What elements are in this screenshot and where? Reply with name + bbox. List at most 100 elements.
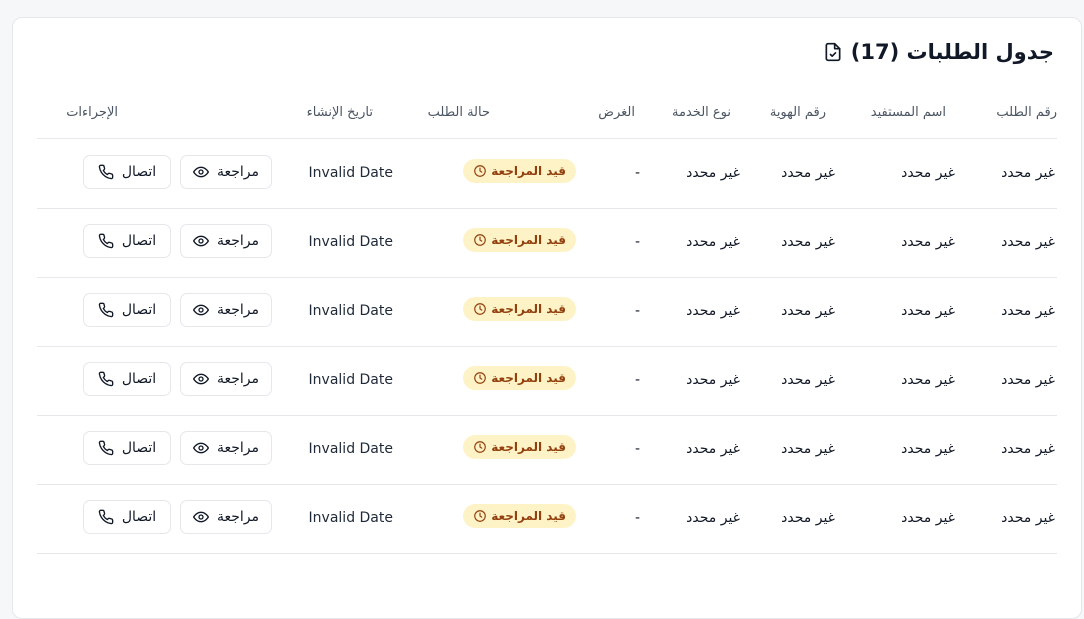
status-badge-label: قيد المراجعة xyxy=(491,440,566,454)
table-row: غير محدد غير محدد غير محدد غير محدد - قيد الم… xyxy=(13,484,1081,553)
cell-service-type: غير محدد xyxy=(686,303,740,319)
table-row: غير محدد غير محدد غير محدد غير محدد - قيد الم… xyxy=(13,208,1081,277)
status-badge-label: قيد المراجعة xyxy=(491,233,566,247)
header-purpose: الغرض xyxy=(598,105,635,120)
header-created: تاريخ الإنشاء xyxy=(306,105,373,120)
call-button-label: اتصال xyxy=(121,371,157,387)
call-button-label: اتصال xyxy=(121,440,157,456)
review-button-label: مراجعة xyxy=(216,164,260,180)
cell-purpose: - xyxy=(634,165,640,181)
phone-icon xyxy=(98,509,114,525)
cell-beneficiary: غير محدد xyxy=(901,372,955,388)
eye-icon xyxy=(192,302,209,318)
cell-created: Invalid Date xyxy=(308,165,393,181)
cell-beneficiary: غير محدد xyxy=(901,510,955,526)
card-header: جدول الطلبات (17) xyxy=(823,40,1054,64)
call-button[interactable]: اتصال xyxy=(83,293,171,327)
clock-icon xyxy=(473,509,487,523)
eye-icon xyxy=(192,164,209,180)
cell-service-type: غير محدد xyxy=(686,510,740,526)
review-button[interactable]: مراجعة xyxy=(180,155,272,189)
review-button-label: مراجعة xyxy=(216,440,260,456)
call-button-label: اتصال xyxy=(121,164,157,180)
cell-beneficiary: غير محدد xyxy=(901,165,955,181)
cell-service-type: غير محدد xyxy=(686,234,740,250)
eye-icon xyxy=(192,233,209,249)
cell-purpose: - xyxy=(634,441,640,457)
review-button[interactable]: مراجعة xyxy=(180,293,272,327)
cell-purpose: - xyxy=(634,372,640,388)
status-badge: قيد المراجعة xyxy=(463,435,576,459)
status-badge: قيد المراجعة xyxy=(463,297,576,321)
status-badge: قيد المراجعة xyxy=(463,504,576,528)
header-service-type: نوع الخدمة xyxy=(672,105,731,120)
cell-beneficiary: غير محدد xyxy=(901,303,955,319)
cell-created: Invalid Date xyxy=(308,303,393,319)
call-button-label: اتصال xyxy=(121,302,157,318)
review-button[interactable]: مراجعة xyxy=(180,500,272,534)
cell-id-no: غير محدد xyxy=(781,510,835,526)
cell-request-no: غير محدد xyxy=(1001,303,1055,319)
review-button[interactable]: مراجعة xyxy=(180,224,272,258)
review-button[interactable]: مراجعة xyxy=(180,362,272,396)
cell-id-no: غير محدد xyxy=(781,303,835,319)
cell-id-no: غير محدد xyxy=(781,372,835,388)
page-title: جدول الطلبات (17) xyxy=(850,40,1054,64)
requests-card: جدول الطلبات (17) رقم الطلب اسم المستفيد… xyxy=(12,17,1082,619)
review-button-label: مراجعة xyxy=(216,509,260,525)
phone-icon xyxy=(98,233,114,249)
cell-id-no: غير محدد xyxy=(781,234,835,250)
status-badge-label: قيد المراجعة xyxy=(491,302,566,316)
cell-request-no: غير محدد xyxy=(1001,234,1055,250)
row-divider xyxy=(37,553,1057,554)
cell-id-no: غير محدد xyxy=(781,165,835,181)
cell-created: Invalid Date xyxy=(308,510,393,526)
header-request-no: رقم الطلب xyxy=(996,105,1057,120)
cell-request-no: غير محدد xyxy=(1001,372,1055,388)
review-button-label: مراجعة xyxy=(216,371,260,387)
cell-service-type: غير محدد xyxy=(686,165,740,181)
cell-purpose: - xyxy=(634,234,640,250)
review-button[interactable]: مراجعة xyxy=(180,431,272,465)
phone-icon xyxy=(98,164,114,180)
call-button[interactable]: اتصال xyxy=(83,431,171,465)
review-button-label: مراجعة xyxy=(216,302,260,318)
cell-request-no: غير محدد xyxy=(1001,165,1055,181)
clock-icon xyxy=(473,164,487,178)
cell-created: Invalid Date xyxy=(308,234,393,250)
cell-beneficiary: غير محدد xyxy=(901,234,955,250)
phone-icon xyxy=(98,440,114,456)
cell-request-no: غير محدد xyxy=(1001,510,1055,526)
header-id-no: رقم الهوية xyxy=(769,105,826,120)
table-row: غير محدد غير محدد غير محدد غير محدد - قيد الم… xyxy=(13,277,1081,346)
header-beneficiary: اسم المستفيد xyxy=(870,105,946,120)
cell-purpose: - xyxy=(634,303,640,319)
cell-purpose: - xyxy=(634,510,640,526)
header-actions: الإجراءات xyxy=(66,105,118,120)
header-status: حالة الطلب xyxy=(427,105,490,120)
clock-icon xyxy=(473,371,487,385)
file-check-icon xyxy=(823,42,843,62)
phone-icon xyxy=(98,371,114,387)
status-badge-label: قيد المراجعة xyxy=(491,371,566,385)
call-button[interactable]: اتصال xyxy=(83,224,171,258)
table-row: غير محدد غير محدد غير محدد غير محدد - قيد الم… xyxy=(13,346,1081,415)
cell-beneficiary: غير محدد xyxy=(901,441,955,457)
table-row: غير محدد غير محدد غير محدد غير محدد - قيد الم… xyxy=(13,415,1081,484)
call-button[interactable]: اتصال xyxy=(83,155,171,189)
eye-icon xyxy=(192,371,209,387)
status-badge: قيد المراجعة xyxy=(463,228,576,252)
status-badge: قيد المراجعة xyxy=(463,366,576,390)
call-button[interactable]: اتصال xyxy=(83,362,171,396)
eye-icon xyxy=(192,440,209,456)
call-button-label: اتصال xyxy=(121,509,157,525)
phone-icon xyxy=(98,302,114,318)
status-badge-label: قيد المراجعة xyxy=(491,164,566,178)
clock-icon xyxy=(473,302,487,316)
cell-created: Invalid Date xyxy=(308,372,393,388)
eye-icon xyxy=(192,509,209,525)
call-button[interactable]: اتصال xyxy=(83,500,171,534)
status-badge-label: قيد المراجعة xyxy=(491,509,566,523)
call-button-label: اتصال xyxy=(121,233,157,249)
cell-service-type: غير محدد xyxy=(686,372,740,388)
